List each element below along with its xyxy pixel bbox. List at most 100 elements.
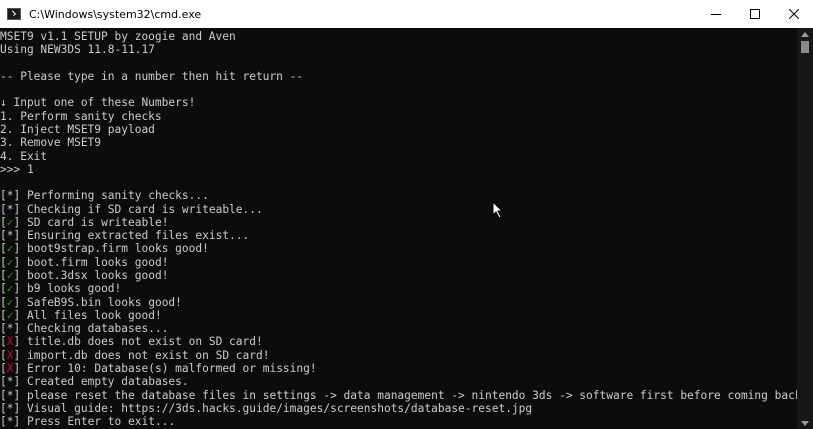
status-mark: * (6, 401, 14, 415)
mouse-pointer-icon (492, 201, 504, 219)
cmd-app-icon[interactable] (7, 8, 21, 20)
console-line-text: MSET9 v1.1 SETUP by zoogie and Aven (0, 30, 236, 43)
console-line-text: Performing sanity checks... (20, 189, 209, 203)
cmd-window: C:\Windows\system32\cmd.exe MSET9 v1.1 S… (0, 0, 813, 429)
status-mark: ✓ (6, 242, 14, 256)
console-line-text: 1. Perform sanity checks (0, 109, 162, 123)
scroll-thumb[interactable] (801, 41, 809, 53)
vertical-scrollbar[interactable] (797, 28, 813, 429)
console-line-text: Created empty databases. (20, 375, 189, 389)
status-mark: ✓ (6, 295, 14, 309)
caption-buttons (696, 0, 813, 28)
console-line: [X] Error 10: Database(s) malformed or m… (0, 362, 317, 375)
console-line: [✓] SD card is writeable! (0, 216, 168, 229)
scroll-down-button[interactable] (797, 417, 813, 429)
bracket: [ (0, 189, 7, 203)
console-line-text: title.db does not exist on SD card! (20, 335, 263, 349)
bracket: [ (0, 401, 7, 415)
console-line-text: Checking if SD card is writeable... (20, 202, 263, 216)
console-line: [*] Ensuring extracted files exist... (0, 229, 249, 242)
console-line: [✓] boot.3dsx looks good! (0, 269, 168, 282)
status-mark: X (6, 335, 14, 349)
bracket: [ (0, 335, 7, 349)
status-mark: X (6, 362, 14, 375)
console-line: ↓ Input one of these Numbers! (0, 96, 195, 109)
console-line-text: import.db does not exist on SD card! (20, 348, 270, 362)
console-line-text: Checking databases... (20, 322, 169, 336)
status-mark: X (6, 348, 14, 362)
maximize-icon (749, 9, 760, 19)
console-line-text: SD card is writeable! (20, 215, 169, 229)
bracket: [ (0, 362, 7, 375)
bracket: [ (0, 269, 7, 283)
minimize-icon (710, 14, 721, 15)
bracket: [ (0, 348, 7, 362)
bracket: [ (0, 375, 7, 389)
console-line: [✓] All files look good! (0, 309, 162, 322)
bracket: [ (0, 202, 7, 216)
console-line-text: Press Enter to exit... (20, 415, 176, 429)
console-line: [*] Performing sanity checks... (0, 189, 209, 202)
bracket: [ (0, 282, 7, 296)
console-line: [*] Created empty databases. (0, 375, 189, 388)
status-mark: * (6, 189, 14, 203)
console-line: MSET9 v1.1 SETUP by zoogie and Aven (0, 30, 236, 43)
console-line-text: 3. Remove MSET9 (0, 136, 102, 150)
close-icon (788, 9, 799, 19)
console-line-text: 2. Inject MSET9 payload (0, 122, 155, 136)
console-line-text: boot.firm looks good! (20, 255, 169, 269)
console-line-text: Ensuring extracted files exist... (20, 229, 250, 243)
status-mark: ✓ (6, 215, 14, 229)
console-line: [*] Checking if SD card is writeable... (0, 203, 263, 216)
console-line-text: -- Please type in a number then hit retu… (0, 69, 304, 83)
console-line: [X] import.db does not exist on SD card! (0, 349, 269, 362)
console-line: [✓] boot.firm looks good! (0, 256, 168, 269)
console-line-text: ↓ Input one of these Numbers! (0, 96, 196, 110)
minimize-button[interactable] (696, 0, 735, 28)
console-line: [✓] boot9strap.firm looks good! (0, 242, 209, 255)
status-mark: ✓ (6, 308, 14, 322)
bracket: [ (0, 215, 7, 229)
status-mark: * (6, 322, 14, 336)
status-mark: * (6, 202, 14, 216)
console-line: [X] title.db does not exist on SD card! (0, 335, 263, 348)
status-mark: * (6, 229, 14, 243)
status-mark: * (6, 375, 14, 389)
title-bar[interactable]: C:\Windows\system32\cmd.exe (0, 0, 813, 28)
bracket: [ (0, 388, 7, 402)
status-mark: ✓ (6, 269, 14, 283)
console-line: Using NEW3DS 11.8-11.17 (0, 43, 155, 56)
status-mark: * (6, 415, 14, 429)
bracket: [ (0, 242, 7, 256)
console-line: [*] please reset the database files in s… (0, 389, 797, 402)
console-output[interactable]: MSET9 v1.1 SETUP by zoogie and Aven Using… (0, 28, 797, 429)
maximize-button[interactable] (735, 0, 774, 28)
console-line: -- Please type in a number then hit retu… (0, 70, 303, 83)
console-line-text: boot.3dsx looks good! (20, 269, 169, 283)
bracket: [ (0, 308, 7, 322)
window-title: C:\Windows\system32\cmd.exe (29, 7, 202, 21)
console-line: 2. Inject MSET9 payload (0, 123, 155, 136)
console-line-text: SafeB9S.bin looks good! (20, 295, 182, 309)
console-line-text: Visual guide: https://3ds.hacks.guide/im… (20, 401, 533, 415)
bracket: [ (0, 415, 7, 429)
console-line-text: Error 10: Database(s) malformed or missi… (20, 362, 317, 375)
status-mark: ✓ (6, 255, 14, 269)
close-button[interactable] (774, 0, 813, 28)
bracket: [ (0, 295, 7, 309)
bracket: [ (0, 229, 7, 243)
console-line-text: Using NEW3DS 11.8-11.17 (0, 43, 155, 57)
scroll-down-arrow-icon (801, 420, 809, 426)
status-mark: * (6, 388, 14, 402)
console-line: >>> 1 (0, 163, 34, 176)
scroll-up-button[interactable] (797, 28, 813, 40)
status-mark: ✓ (6, 282, 14, 296)
console-line: [✓] SafeB9S.bin looks good! (0, 296, 182, 309)
bracket: [ (0, 322, 7, 336)
scroll-up-arrow-icon (801, 31, 809, 37)
console-line: [*] Press Enter to exit... (0, 415, 175, 428)
console-line: [✓] b9 looks good! (0, 282, 121, 295)
console-line: [*] Visual guide: https://3ds.hacks.guid… (0, 402, 532, 415)
console-line-text: please reset the database files in setti… (20, 388, 797, 402)
console-line: 3. Remove MSET9 (0, 136, 101, 149)
